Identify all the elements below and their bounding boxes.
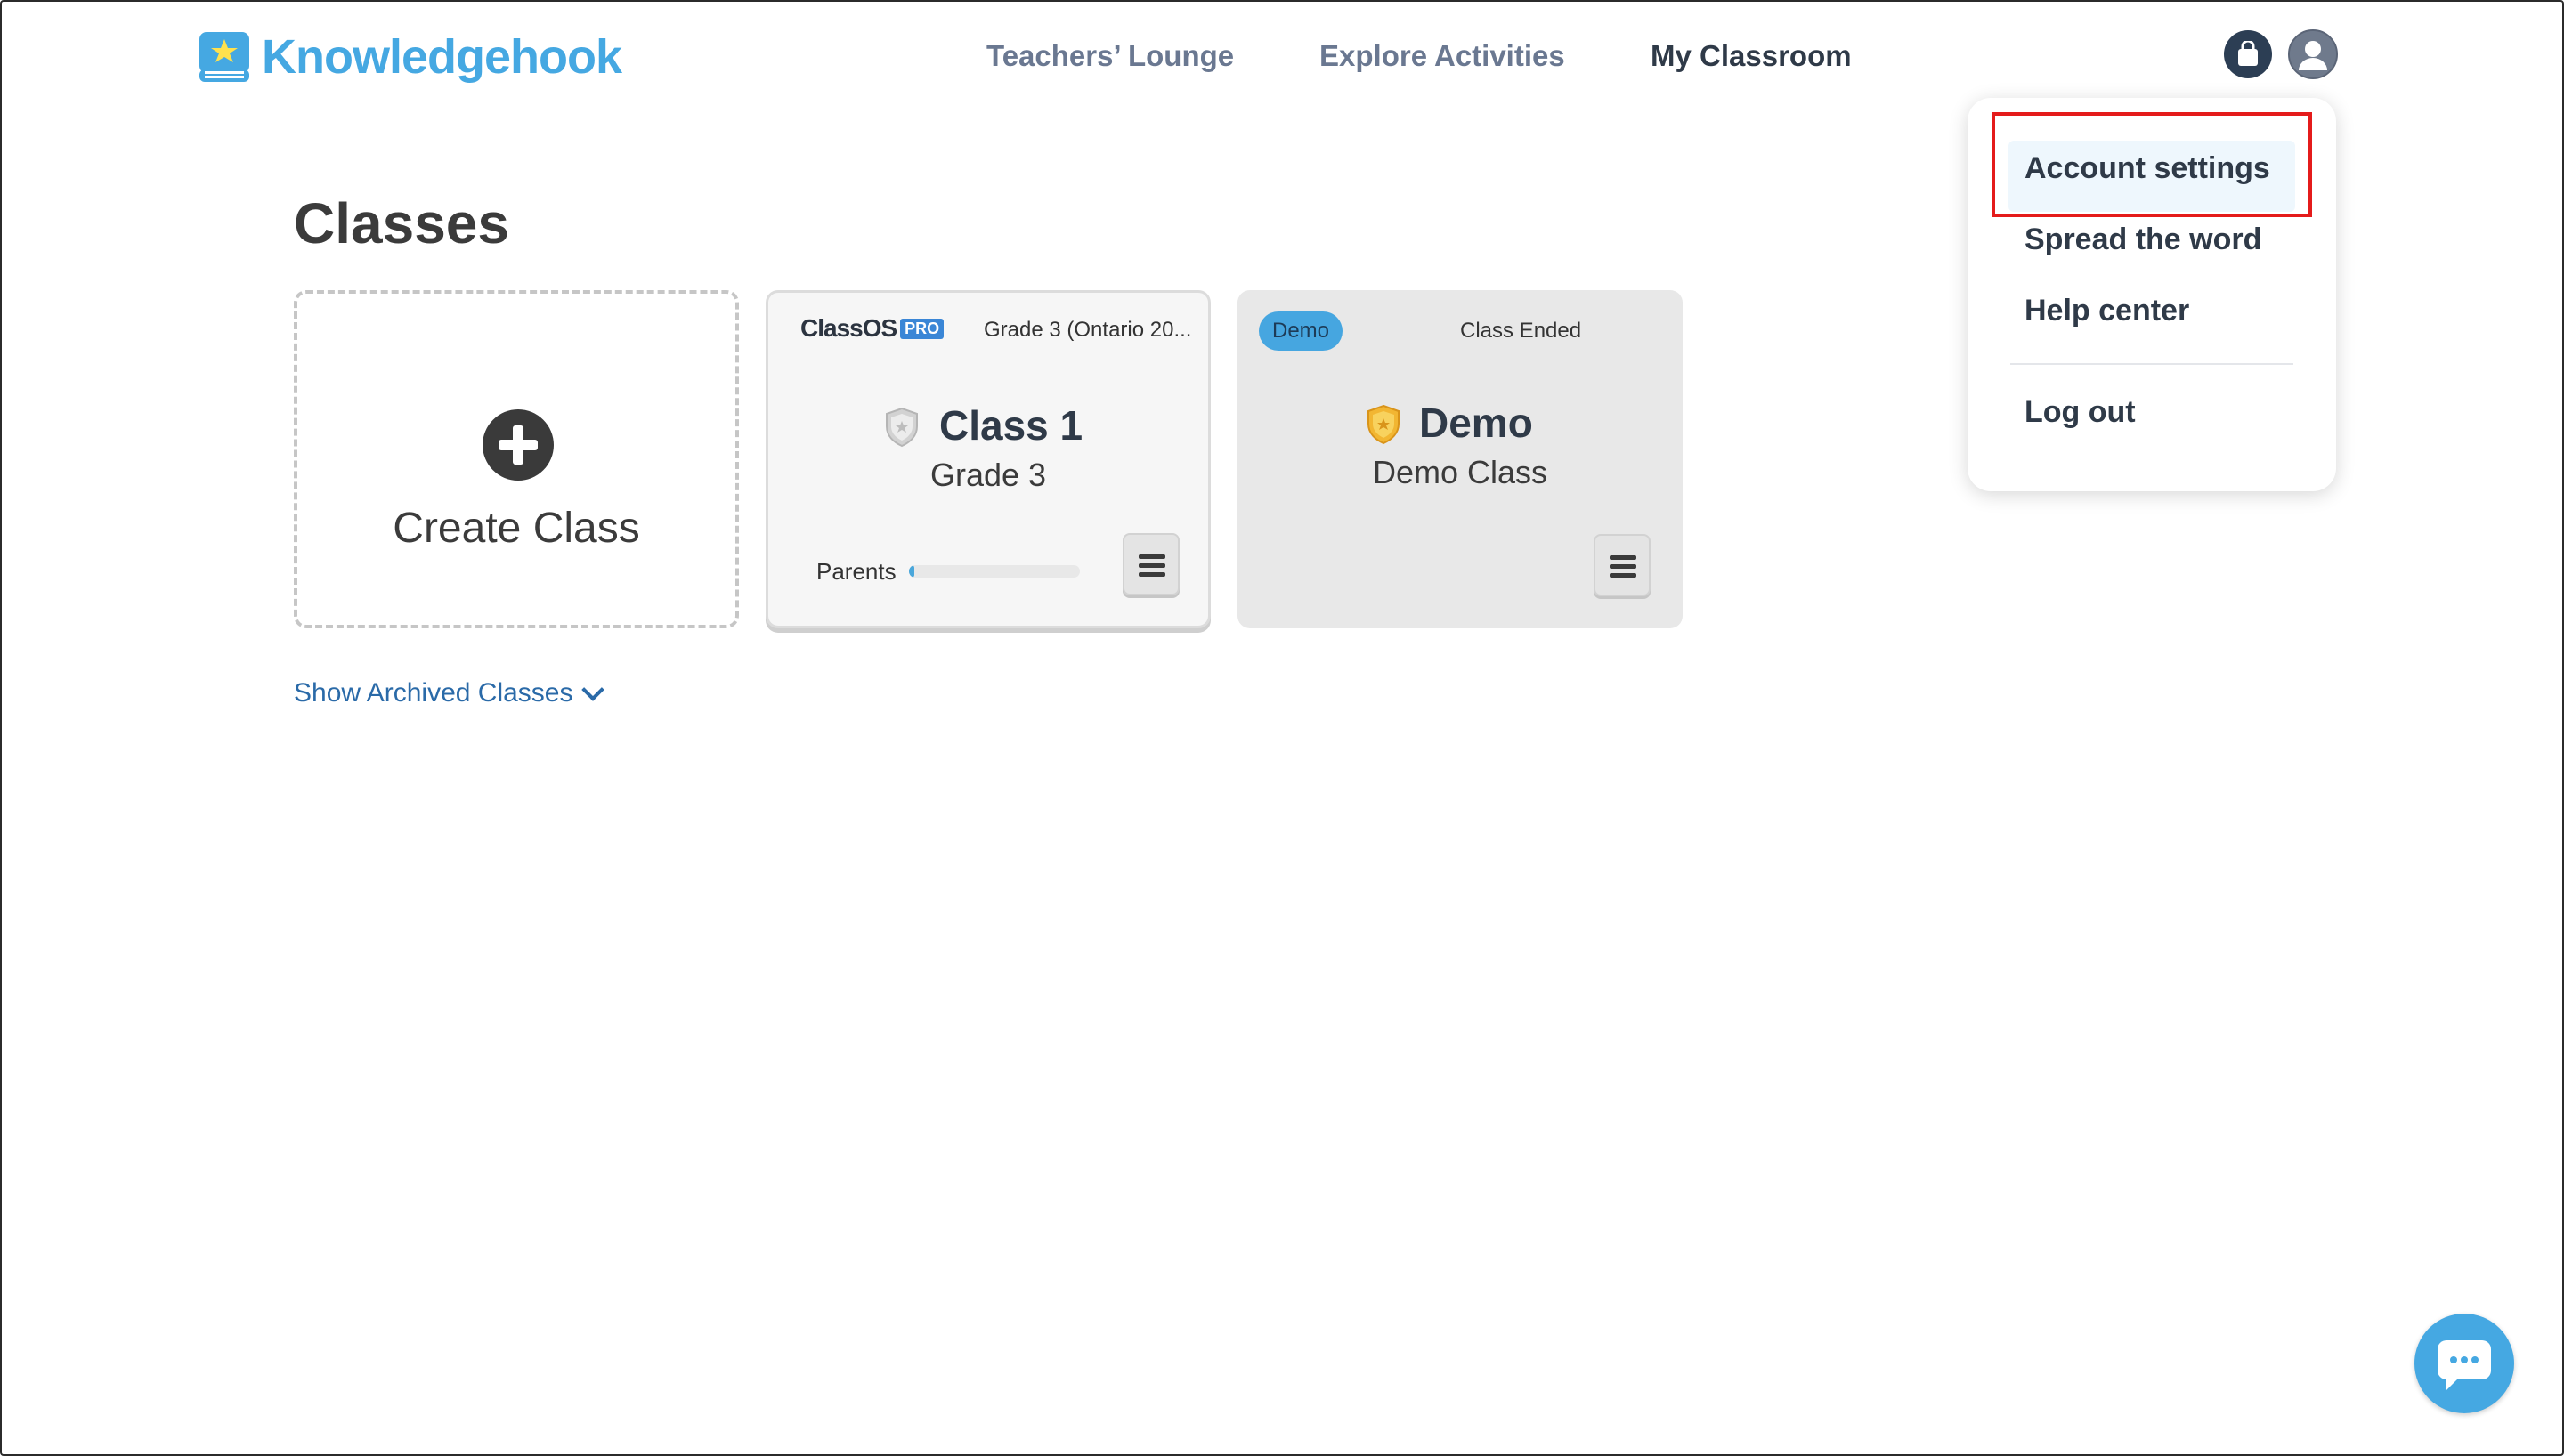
grade-curriculum-label: Grade 3 (Ontario 20...	[984, 318, 1192, 342]
class-menu-button[interactable]	[1594, 534, 1651, 596]
show-archived-classes-link[interactable]: Show Archived Classes	[294, 678, 605, 708]
chat-support-button[interactable]	[2414, 1314, 2514, 1413]
class-subtitle: Grade 3	[929, 457, 1047, 493]
classos-logo: ClassOS PRO	[800, 314, 945, 343]
nav-teachers-lounge[interactable]: Teachers’ Lounge	[986, 39, 1234, 73]
parents-label: Parents	[816, 558, 897, 585]
plus-circle-icon	[483, 409, 554, 481]
menu-item-help-center[interactable]: Help center	[2024, 294, 2189, 328]
menu-item-spread-the-word[interactable]: Spread the word	[2024, 222, 2261, 257]
shopping-bag-icon	[2238, 41, 2258, 66]
book-star-icon	[198, 30, 251, 84]
user-icon	[2290, 31, 2336, 77]
gold-shield-icon	[1366, 404, 1401, 445]
show-archived-label: Show Archived Classes	[294, 678, 573, 708]
class-name: Class 1	[939, 402, 1083, 449]
parents-progress-fill	[909, 565, 914, 578]
pro-badge: PRO	[900, 318, 945, 339]
class-name: Demo	[1419, 400, 1533, 446]
class-subtitle: Demo Class	[1372, 454, 1548, 490]
class-menu-button[interactable]	[1123, 533, 1180, 595]
logo-text: Knowledgehook	[262, 30, 622, 84]
chevron-down-icon	[581, 678, 605, 701]
logo[interactable]: Knowledgehook	[198, 28, 622, 85]
silver-shield-icon	[884, 407, 920, 448]
class-card-demo[interactable]: Demo Class Ended Demo Demo Class	[1237, 290, 1683, 628]
account-dropdown: Account settings Spread the word Help ce…	[1968, 98, 2336, 491]
classos-text: ClassOS	[800, 314, 897, 342]
user-avatar-button[interactable]	[2288, 29, 2338, 79]
create-class-card[interactable]: Create Class	[294, 290, 739, 628]
nav-my-classroom[interactable]: My Classroom	[1651, 39, 1852, 73]
nav-explore-activities[interactable]: Explore Activities	[1319, 39, 1565, 73]
parents-progress-bar	[909, 565, 1080, 578]
highlight-box	[1992, 112, 2312, 217]
create-class-label: Create Class	[393, 505, 640, 552]
demo-badge: Demo	[1259, 311, 1343, 351]
menu-item-log-out[interactable]: Log out	[2024, 395, 2136, 430]
chat-bubble-icon	[2438, 1340, 2491, 1390]
shopping-bag-button[interactable]	[2224, 30, 2272, 78]
menu-divider	[2010, 363, 2293, 365]
page-title: Classes	[294, 191, 509, 255]
class-status: Class Ended	[1460, 319, 1582, 343]
class-card-class-1[interactable]: ClassOS PRO Grade 3 (Ontario 20... Class…	[766, 290, 1211, 628]
